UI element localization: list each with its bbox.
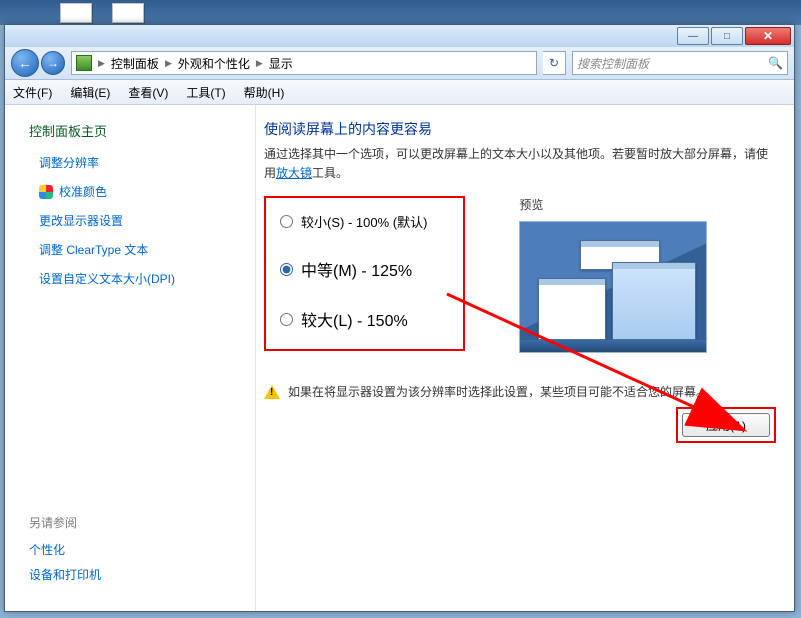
apply-highlight-box: 应用(A) <box>676 407 776 443</box>
search-icon: 🔍 <box>768 56 783 70</box>
menu-file[interactable]: 文件(F) <box>13 84 52 101</box>
explorer-navbar: ← → ▶ 控制面板 ▶ 外观和个性化 ▶ 显示 ↻ 搜索控制面板 🔍 <box>5 47 794 80</box>
radio-125[interactable]: 中等(M) - 125% <box>280 257 427 281</box>
page-title: 使阅读屏幕上的内容更容易 <box>264 119 776 139</box>
refresh-button[interactable]: ↻ <box>543 51 566 75</box>
radio-125-input[interactable] <box>280 263 293 276</box>
crumb-level1[interactable]: 外观和个性化 <box>178 55 250 72</box>
warning-text: 如果在将显示器设置为该分辨率时选择此设置，某些项目可能不适合您的屏幕。 <box>288 383 708 400</box>
menu-edit[interactable]: 编辑(E) <box>70 84 110 101</box>
address-bar[interactable]: ▶ 控制面板 ▶ 外观和个性化 ▶ 显示 <box>71 51 537 75</box>
control-panel-home-link[interactable]: 控制面板主页 <box>29 121 241 140</box>
chevron-right-icon: ▶ <box>256 58 263 69</box>
chevron-right-icon: ▶ <box>165 58 172 69</box>
dpi-radio-group: 较小(S) - 100% (默认) 中等(M) - 125% 较大(L) - 1… <box>264 196 465 351</box>
control-panel-icon <box>76 55 92 71</box>
search-input[interactable]: 搜索控制面板 🔍 <box>572 51 788 75</box>
preview-taskbar-icon <box>520 340 706 352</box>
shield-icon <box>39 185 53 199</box>
background-taskbar <box>0 0 801 25</box>
sidebar-link-cleartype[interactable]: 调整 ClearType 文本 <box>39 241 241 258</box>
bg-app-icon-2 <box>112 3 144 23</box>
see-also-section: 另请参阅 个性化 设备和打印机 <box>29 514 241 599</box>
sidebar: 控制面板主页 调整分辨率 校准颜色 更改显示器设置 调整 ClearType 文… <box>5 105 256 611</box>
see-also-heading: 另请参阅 <box>29 514 241 531</box>
crumb-level2[interactable]: 显示 <box>269 55 293 72</box>
bg-app-icon-1 <box>60 3 92 23</box>
control-panel-window: — □ ✕ ← → ▶ 控制面板 ▶ 外观和个性化 ▶ 显示 ↻ 搜索控制面板 … <box>4 24 795 612</box>
preview-image <box>519 221 707 353</box>
window-titlebar: — □ ✕ <box>5 25 794 47</box>
chevron-right-icon: ▶ <box>98 58 105 69</box>
see-also-personalization[interactable]: 个性化 <box>29 541 241 558</box>
radio-100-input[interactable] <box>280 215 293 228</box>
warning-icon <box>264 385 280 399</box>
sidebar-link-custom-dpi[interactable]: 设置自定义文本大小(DPI) <box>39 270 241 287</box>
nav-back-button[interactable]: ← <box>11 49 39 77</box>
window-minimize[interactable]: — <box>677 27 709 45</box>
magnifier-link[interactable]: 放大镜 <box>276 166 312 180</box>
menu-help[interactable]: 帮助(H) <box>244 84 285 101</box>
preview-window-icon <box>538 278 606 340</box>
radio-150-label: 较大(L) - 150% <box>301 307 408 331</box>
radio-150-input[interactable] <box>280 313 293 326</box>
menu-view[interactable]: 查看(V) <box>128 84 168 101</box>
window-close[interactable]: ✕ <box>745 27 791 45</box>
apply-button[interactable]: 应用(A) <box>682 413 770 437</box>
preview-window-icon <box>612 262 696 340</box>
main-content: 使阅读屏幕上的内容更容易 通过选择其中一个选项，可以更改屏幕上的文本大小以及其他… <box>256 105 794 611</box>
menu-bar: 文件(F) 编辑(E) 查看(V) 工具(T) 帮助(H) <box>5 80 794 105</box>
menu-tools[interactable]: 工具(T) <box>186 84 225 101</box>
radio-150[interactable]: 较大(L) - 150% <box>280 307 427 331</box>
see-also-devices-printers[interactable]: 设备和打印机 <box>29 566 241 583</box>
sidebar-link-calibrate-color[interactable]: 校准颜色 <box>59 183 107 200</box>
radio-100-label: 较小(S) - 100% (默认) <box>301 212 427 231</box>
preview-label: 预览 <box>519 196 707 213</box>
desc-suffix: 工具。 <box>312 166 348 180</box>
crumb-root[interactable]: 控制面板 <box>111 55 159 72</box>
radio-125-label: 中等(M) - 125% <box>301 257 412 281</box>
sidebar-link-display-settings[interactable]: 更改显示器设置 <box>39 212 241 229</box>
sidebar-link-resolution[interactable]: 调整分辨率 <box>39 154 241 171</box>
page-desc: 通过选择其中一个选项，可以更改屏幕上的文本大小以及其他项。若要暂时放大部分屏幕，… <box>264 145 776 182</box>
window-maximize[interactable]: □ <box>711 27 743 45</box>
search-placeholder: 搜索控制面板 <box>577 55 649 72</box>
radio-100[interactable]: 较小(S) - 100% (默认) <box>280 212 427 231</box>
nav-forward-button[interactable]: → <box>41 51 65 75</box>
